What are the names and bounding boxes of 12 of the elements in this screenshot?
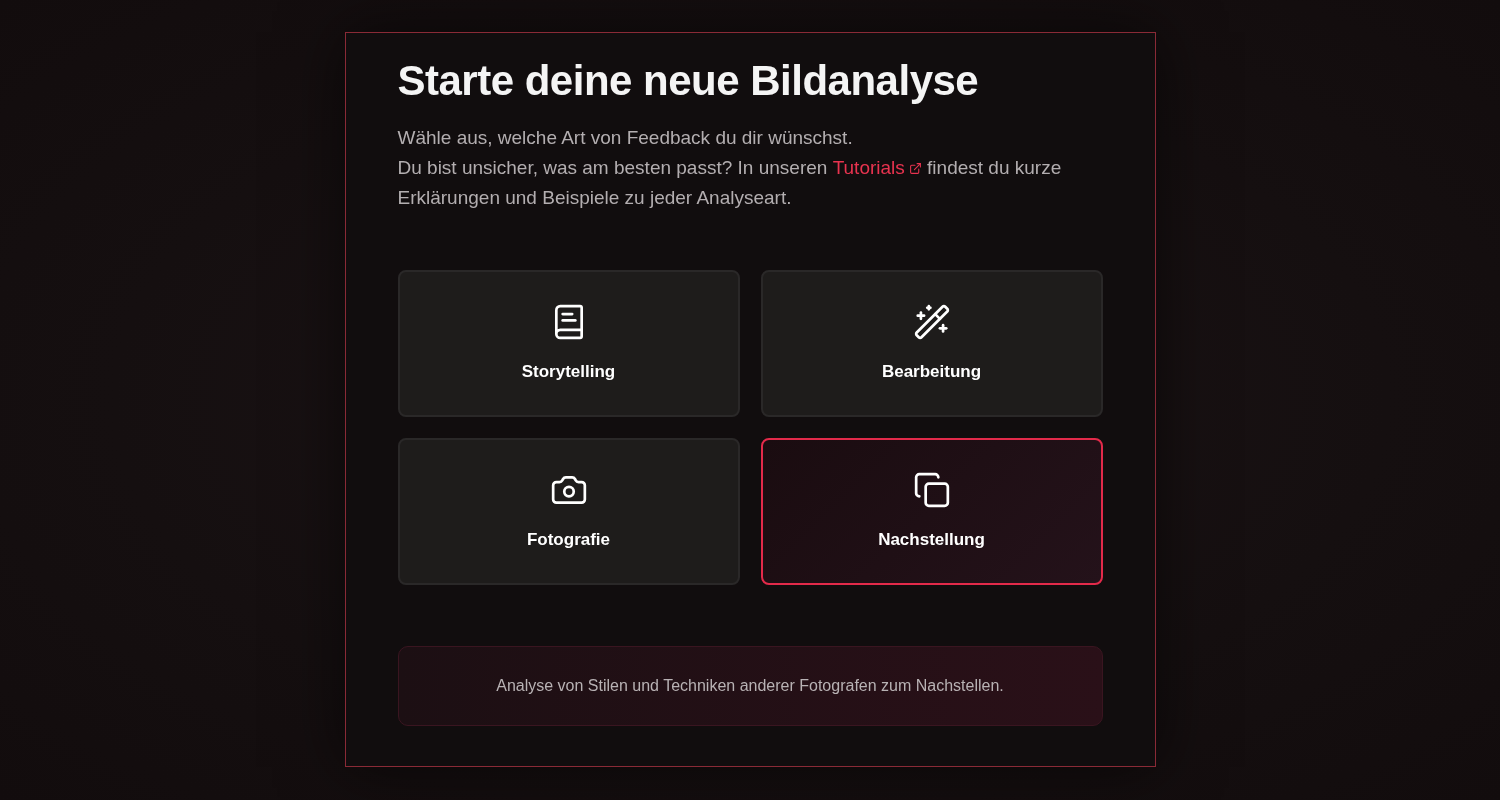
description-text: Analyse von Stilen und Techniken anderer Fotografen zum Nachstellen.: [496, 676, 1004, 696]
external-link-icon: [908, 161, 922, 175]
analysis-option-card[interactable]: Fotografie: [397, 438, 740, 585]
intro-text: Du bist unsicher, was am besten passt? In unseren Tutorials findest du kurze Erklärungen und Beispiele zu jeder Analyseart.: [397, 153, 1098, 213]
analysis-option-card[interactable]: Bearbeitung: [760, 270, 1103, 417]
tutorials-link[interactable]: Tutorials: [832, 153, 922, 183]
analysis-option-card[interactable]: Storytelling: [397, 270, 740, 417]
analysis-option-card[interactable]: Nachstellung: [760, 438, 1103, 585]
page-title: Starte deine neue Bildanalyse: [397, 56, 979, 106]
copy-icon: [912, 470, 951, 509]
magic-wand-icon: [912, 302, 951, 341]
intro-text: Wähle aus, welche Art von Feedback du dir wünschst.: [397, 126, 854, 150]
